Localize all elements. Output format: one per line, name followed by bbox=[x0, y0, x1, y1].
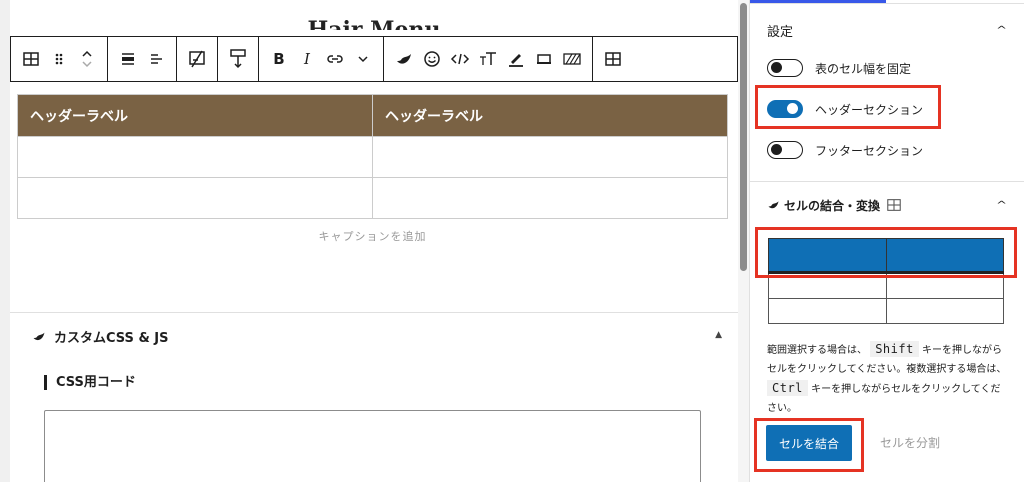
page-title[interactable]: Hair Menu bbox=[10, 8, 738, 30]
toolbar-group-format: B I bbox=[259, 37, 384, 81]
ctrl-key-code: Ctrl bbox=[767, 380, 808, 396]
bold-icon[interactable]: B bbox=[265, 43, 293, 75]
toolbar-group-table bbox=[593, 37, 633, 81]
table-cell[interactable] bbox=[17, 136, 373, 178]
editor-area: Hair Menu B I ヘッダーラベル ヘッダーラベル キャプションを追加 … bbox=[0, 0, 738, 482]
table-header-row: ヘッダーラベル ヘッダーラベル bbox=[17, 94, 728, 137]
align-icon[interactable] bbox=[114, 43, 142, 75]
footer-section-toggle-row: フッターセクション bbox=[767, 139, 923, 161]
preview-cell[interactable] bbox=[768, 297, 887, 324]
shift-key-code: Shift bbox=[870, 341, 919, 357]
move-up-down-icon[interactable] bbox=[73, 43, 101, 75]
table-cell[interactable] bbox=[372, 136, 728, 178]
split-cell-button[interactable]: セルを分割 bbox=[880, 434, 940, 451]
chevron-up-icon[interactable]: ^ bbox=[996, 24, 1007, 35]
toolbar-group-block bbox=[11, 37, 108, 81]
preview-cell[interactable] bbox=[885, 297, 1004, 324]
table-cell[interactable] bbox=[17, 177, 373, 219]
caption-toggle-icon[interactable] bbox=[183, 43, 211, 75]
drag-handle-icon[interactable] bbox=[45, 43, 73, 75]
toggle-label: フッターセクション bbox=[815, 143, 924, 158]
striped-pattern-icon[interactable] bbox=[558, 43, 586, 75]
toggle-label: 表のセル幅を固定 bbox=[815, 61, 912, 76]
app-root: Hair Menu B I ヘッダーラベル ヘッダーラベル キャプションを追加 … bbox=[0, 0, 1024, 482]
settings-sidebar: 設定 ^ 表のセル幅を固定 ヘッダーセクション フッターセクション セルの結合・… bbox=[749, 0, 1024, 482]
table-height-icon[interactable] bbox=[224, 43, 252, 75]
divider bbox=[10, 312, 738, 313]
table-row bbox=[17, 136, 728, 178]
bold-label: B bbox=[273, 50, 285, 68]
text-align-icon[interactable] bbox=[142, 43, 170, 75]
divider bbox=[750, 181, 1024, 182]
more-options-icon[interactable] bbox=[349, 43, 377, 75]
merge-help-text: 範囲選択する場合は、 Shift キーを押しながらセルをクリックしてください。複… bbox=[767, 340, 1009, 418]
merge-panel-header[interactable]: セルの結合・変換 ^ bbox=[767, 195, 1007, 215]
fixed-cell-width-toggle[interactable] bbox=[767, 59, 803, 77]
table-grid-icon[interactable] bbox=[599, 43, 627, 75]
inline-box-icon[interactable] bbox=[530, 43, 558, 75]
table-icon[interactable] bbox=[17, 43, 45, 75]
footer-section-toggle[interactable] bbox=[767, 141, 803, 159]
highlight-box bbox=[755, 227, 1017, 278]
highlight-box bbox=[754, 418, 864, 472]
table-icon bbox=[887, 199, 901, 211]
toolbar-group-align bbox=[108, 37, 177, 81]
plugin-leaf-icon bbox=[33, 332, 45, 340]
css-code-textarea[interactable] bbox=[44, 410, 701, 482]
table-header-cell[interactable]: ヘッダーラベル bbox=[372, 94, 728, 137]
toolbar-group-plugin bbox=[384, 37, 593, 81]
table-row bbox=[17, 177, 728, 219]
collapse-icon[interactable]: ▲ bbox=[715, 330, 722, 340]
highlight-icon[interactable] bbox=[502, 43, 530, 75]
plugin-leaf-icon bbox=[768, 201, 779, 209]
toolbar-group-caption bbox=[177, 37, 218, 81]
custom-css-title: カスタムCSS & JS bbox=[54, 330, 169, 346]
chevron-up-icon[interactable]: ^ bbox=[996, 199, 1007, 210]
link-icon[interactable] bbox=[321, 43, 349, 75]
table-cell[interactable] bbox=[372, 177, 728, 219]
italic-label: I bbox=[304, 50, 310, 68]
block-toolbar: B I bbox=[10, 36, 738, 82]
help-text: 範囲選択する場合は、 bbox=[767, 345, 867, 356]
merge-panel-title-wrap: セルの結合・変換 bbox=[767, 197, 902, 214]
editor-scrollbar[interactable] bbox=[738, 0, 749, 482]
scrollbar-thumb[interactable] bbox=[740, 3, 747, 271]
table-header-cell[interactable]: ヘッダーラベル bbox=[17, 94, 373, 137]
highlight-box bbox=[755, 85, 941, 129]
caption-placeholder[interactable]: キャプションを追加 bbox=[17, 228, 728, 244]
settings-panel-header[interactable]: 設定 ^ bbox=[767, 20, 1007, 40]
css-code-label: CSS用コード bbox=[44, 375, 136, 390]
code-icon[interactable] bbox=[446, 43, 474, 75]
fixed-cell-width-toggle-row: 表のセル幅を固定 bbox=[767, 57, 911, 79]
tab-underline bbox=[750, 3, 1024, 4]
font-size-icon[interactable] bbox=[474, 43, 502, 75]
italic-icon[interactable]: I bbox=[293, 43, 321, 75]
merge-panel-title: セルの結合・変換 bbox=[784, 198, 881, 213]
content-table: ヘッダーラベル ヘッダーラベル bbox=[17, 94, 728, 219]
preview-row bbox=[768, 297, 1004, 324]
plugin-leaf-icon[interactable] bbox=[390, 43, 418, 75]
custom-css-panel-header[interactable]: カスタムCSS & JS ▲ bbox=[32, 322, 722, 350]
settings-panel-title: 設定 bbox=[767, 24, 794, 40]
emoji-icon[interactable] bbox=[418, 43, 446, 75]
toolbar-group-height bbox=[218, 37, 259, 81]
